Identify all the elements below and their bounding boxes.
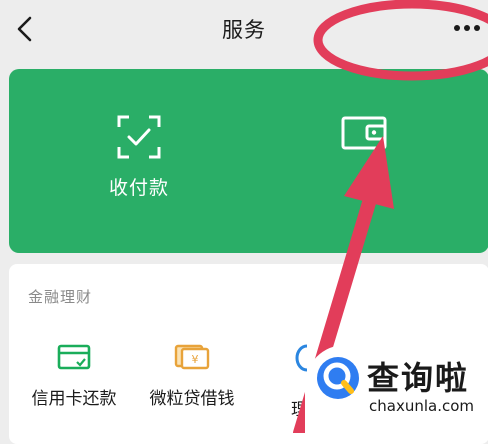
watermark-en-text: chaxunla.com — [369, 397, 474, 415]
receive-pay-button[interactable]: 收付款 — [79, 113, 199, 200]
finance-section-title: 金融理财 — [28, 288, 93, 306]
watermark: 查询啦 chaxunla.com — [305, 345, 488, 433]
wallet-card: 收付款 — [9, 69, 488, 253]
credit-card-repay-label: 信用卡还款 — [31, 389, 117, 409]
wallet-button[interactable] — [304, 113, 424, 153]
credit-card-icon — [57, 344, 91, 370]
scan-check-icon — [117, 115, 161, 159]
loan-icon: ¥ — [174, 344, 210, 370]
top-nav-bar: 服务 — [0, 0, 488, 60]
svg-text:¥: ¥ — [192, 353, 199, 366]
watermark-cn-text: 查询啦 — [367, 359, 470, 397]
wallet-icon — [341, 116, 387, 150]
more-dots-icon[interactable] — [452, 18, 482, 38]
micro-loan-label: 微粒贷借钱 — [149, 389, 235, 409]
page-title: 服务 — [222, 18, 266, 42]
watermark-logo-icon — [317, 357, 359, 399]
receive-pay-label: 收付款 — [108, 177, 169, 199]
micro-loan-button[interactable]: ¥ 微粒贷借钱 — [137, 344, 247, 409]
credit-card-repay-button[interactable]: 信用卡还款 — [19, 344, 129, 409]
